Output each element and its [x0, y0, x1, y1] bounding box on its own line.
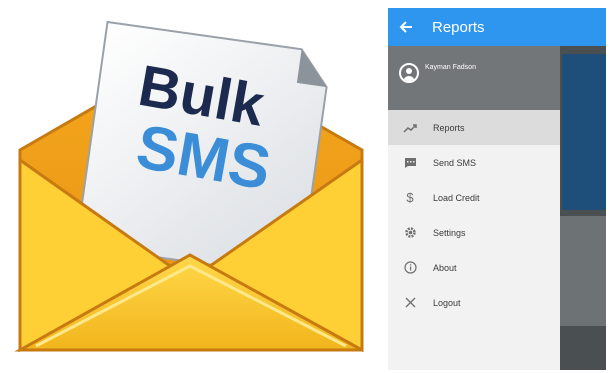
- app-bar: Reports: [388, 8, 606, 46]
- menu-item-logout[interactable]: Logout: [388, 285, 560, 320]
- menu-item-reports[interactable]: Reports: [388, 110, 560, 145]
- menu-item-load-credit[interactable]: $ Load Credit: [388, 180, 560, 215]
- app-bar-title: Reports: [432, 18, 485, 36]
- back-arrow-icon[interactable]: [398, 18, 416, 36]
- menu-item-settings[interactable]: Settings: [388, 215, 560, 250]
- menu-item-send-sms[interactable]: Send SMS: [388, 145, 560, 180]
- menu-item-label: About: [433, 262, 457, 273]
- background-panel: [560, 216, 606, 326]
- avatar[interactable]: [399, 63, 419, 83]
- background-card: [562, 54, 606, 210]
- background-content: [560, 46, 606, 370]
- menu-item-label: Reports: [433, 122, 465, 133]
- gear-icon: [402, 225, 418, 241]
- drawer-menu: Reports Send SMS $ Load Credit Settings: [388, 110, 560, 320]
- close-icon: [402, 295, 418, 311]
- dollar-icon: $: [406, 190, 414, 205]
- bulk-sms-logo: Bulk SMS: [0, 0, 380, 373]
- menu-item-label: Send SMS: [433, 157, 477, 168]
- app-screen: Reports Kayman Fadson Reports Send SMS $…: [388, 8, 606, 370]
- drawer-header: Kayman Fadson: [388, 46, 560, 110]
- menu-item-label: Load Credit: [433, 192, 480, 203]
- info-icon: [402, 260, 418, 276]
- envelope-icon: Bulk SMS: [14, 20, 364, 353]
- user-name: Kayman Fadson: [425, 64, 476, 71]
- menu-item-label: Logout: [433, 297, 461, 308]
- menu-item-about[interactable]: About: [388, 250, 560, 285]
- navigation-drawer: Kayman Fadson Reports Send SMS $ Load Cr…: [388, 46, 560, 370]
- message-icon: [402, 155, 418, 171]
- trending-up-icon: [402, 120, 418, 136]
- menu-item-label: Settings: [433, 227, 466, 238]
